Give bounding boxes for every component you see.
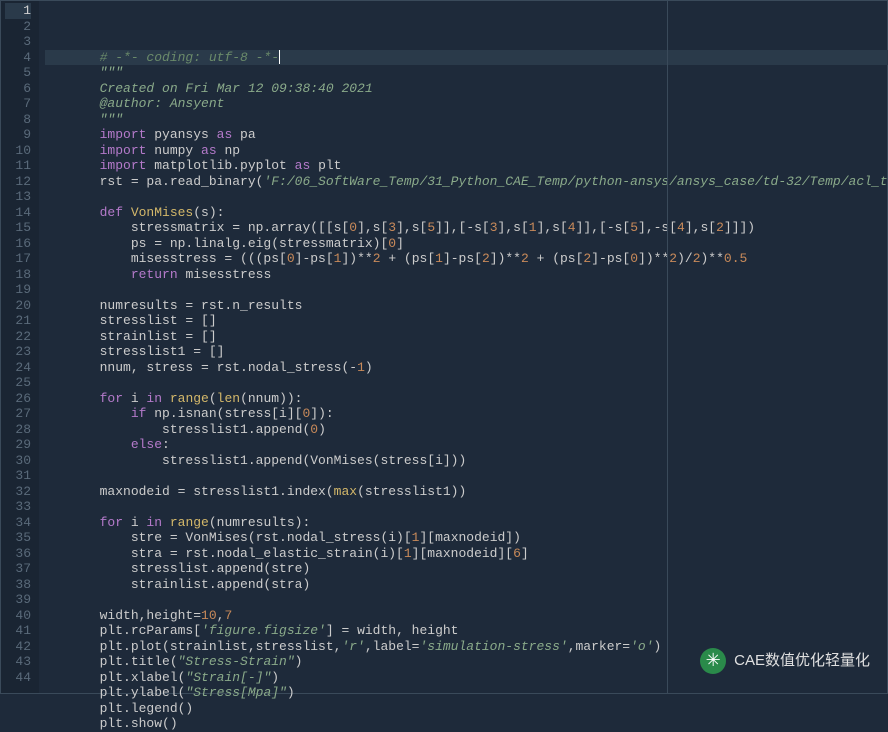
code-line[interactable]: maxnodeid = stresslist1.index(max(stress… — [45, 484, 888, 500]
line-number: 25 — [5, 375, 31, 391]
code-line[interactable]: plt.rcParams['figure.figsize'] = width, … — [45, 623, 888, 639]
code-line[interactable]: """ — [45, 65, 888, 81]
code-line[interactable]: # -*- coding: utf-8 -*- — [45, 50, 888, 66]
code-line[interactable]: import matplotlib.pyplot as plt — [45, 158, 888, 174]
code-line[interactable]: import pyansys as pa — [45, 127, 888, 143]
line-number: 27 — [5, 406, 31, 422]
code-line[interactable]: stresslist1 = [] — [45, 344, 888, 360]
column-ruler — [667, 1, 668, 693]
line-number: 33 — [5, 499, 31, 515]
code-line[interactable] — [45, 499, 888, 515]
line-number: 30 — [5, 453, 31, 469]
line-number: 24 — [5, 360, 31, 376]
code-line[interactable]: else: — [45, 437, 888, 453]
code-line[interactable] — [45, 189, 888, 205]
line-number: 32 — [5, 484, 31, 500]
line-number: 29 — [5, 437, 31, 453]
line-number: 14 — [5, 205, 31, 221]
line-number: 21 — [5, 313, 31, 329]
line-number: 42 — [5, 639, 31, 655]
line-number: 44 — [5, 670, 31, 686]
line-number: 15 — [5, 220, 31, 236]
line-number: 28 — [5, 422, 31, 438]
line-number: 9 — [5, 127, 31, 143]
code-line[interactable]: strainlist.append(stra) — [45, 577, 888, 593]
line-number: 20 — [5, 298, 31, 314]
code-line[interactable]: import numpy as np — [45, 143, 888, 159]
line-number: 23 — [5, 344, 31, 360]
line-number: 4 — [5, 50, 31, 66]
watermark-label: CAE数值优化轻量化 — [734, 653, 870, 669]
line-number: 22 — [5, 329, 31, 345]
line-number: 26 — [5, 391, 31, 407]
line-number: 11 — [5, 158, 31, 174]
code-line[interactable]: stresslist1.append(0) — [45, 422, 888, 438]
wechat-icon: ✳ — [700, 648, 726, 674]
line-number: 43 — [5, 654, 31, 670]
code-line[interactable]: for i in range(len(nnum)): — [45, 391, 888, 407]
line-number: 12 — [5, 174, 31, 190]
line-number: 40 — [5, 608, 31, 624]
code-line[interactable]: ps = np.linalg.eig(stressmatrix)[0] — [45, 236, 888, 252]
line-number: 2 — [5, 19, 31, 35]
code-line[interactable]: @author: Ansyent — [45, 96, 888, 112]
line-number: 31 — [5, 468, 31, 484]
code-line[interactable] — [45, 282, 888, 298]
code-line[interactable] — [45, 468, 888, 484]
line-number: 34 — [5, 515, 31, 531]
line-number-gutter: 1234567891011121314151617181920212223242… — [1, 1, 39, 693]
code-line[interactable]: width,height=10,7 — [45, 608, 888, 624]
watermark: ✳ CAE数值优化轻量化 — [700, 648, 870, 674]
code-line[interactable]: stra = rst.nodal_elastic_strain(i)[1][ma… — [45, 546, 888, 562]
line-number: 38 — [5, 577, 31, 593]
line-number: 10 — [5, 143, 31, 159]
code-line[interactable]: """ — [45, 112, 888, 128]
code-line[interactable]: Created on Fri Mar 12 09:38:40 2021 — [45, 81, 888, 97]
code-line[interactable]: stresslist = [] — [45, 313, 888, 329]
code-line[interactable]: plt.ylabel("Stress[Mpa]") — [45, 685, 888, 701]
code-line[interactable]: stressmatrix = np.array([[s[0],s[3],s[5]… — [45, 220, 888, 236]
code-area[interactable]: # -*- coding: utf-8 -*- """ Created on F… — [39, 1, 888, 693]
line-number: 1 — [5, 3, 31, 19]
line-number: 5 — [5, 65, 31, 81]
code-line[interactable]: def VonMises(s): — [45, 205, 888, 221]
code-line[interactable]: strainlist = [] — [45, 329, 888, 345]
code-line[interactable]: numresults = rst.n_results — [45, 298, 888, 314]
code-line[interactable]: plt.show() — [45, 716, 888, 732]
code-line[interactable]: if np.isnan(stress[i][0]): — [45, 406, 888, 422]
line-number: 18 — [5, 267, 31, 283]
wechat-icon-glyph: ✳ — [706, 653, 721, 669]
code-line[interactable]: stre = VonMises(rst.nodal_stress(i)[1][m… — [45, 530, 888, 546]
line-number: 13 — [5, 189, 31, 205]
line-number: 17 — [5, 251, 31, 267]
line-number: 16 — [5, 236, 31, 252]
code-line[interactable]: plt.legend() — [45, 701, 888, 717]
code-line[interactable] — [45, 375, 888, 391]
line-number: 39 — [5, 592, 31, 608]
code-line[interactable]: nnum, stress = rst.nodal_stress(-1) — [45, 360, 888, 376]
code-editor[interactable]: 1234567891011121314151617181920212223242… — [0, 0, 888, 694]
line-number: 7 — [5, 96, 31, 112]
line-number: 8 — [5, 112, 31, 128]
line-number: 19 — [5, 282, 31, 298]
line-number: 36 — [5, 546, 31, 562]
line-number: 37 — [5, 561, 31, 577]
line-number: 41 — [5, 623, 31, 639]
code-line[interactable] — [45, 592, 888, 608]
code-line[interactable]: stresslist.append(stre) — [45, 561, 888, 577]
line-number: 3 — [5, 34, 31, 50]
code-line[interactable]: for i in range(numresults): — [45, 515, 888, 531]
line-number: 35 — [5, 530, 31, 546]
line-number: 6 — [5, 81, 31, 97]
code-line[interactable]: return misesstress — [45, 267, 888, 283]
code-line[interactable]: misesstress = (((ps[0]-ps[1])**2 + (ps[1… — [45, 251, 888, 267]
code-line[interactable]: stresslist1.append(VonMises(stress[i])) — [45, 453, 888, 469]
code-line[interactable]: rst = pa.read_binary('F:/06_SoftWare_Tem… — [45, 174, 888, 190]
text-cursor — [279, 50, 280, 64]
